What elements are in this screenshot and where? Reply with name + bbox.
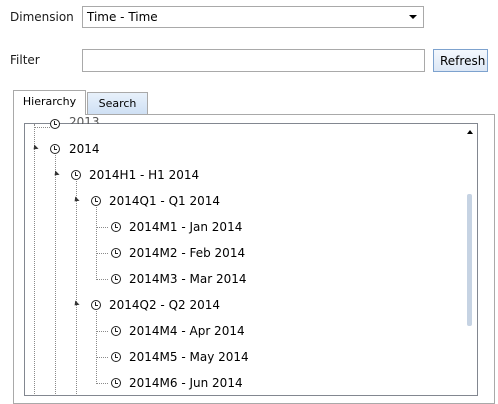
tree-scrollbar[interactable] [464,124,477,396]
filter-label: Filter [10,53,40,67]
clock-icon [50,144,60,154]
tree-line [96,253,108,254]
clock-icon [111,222,121,232]
clock-icon [50,119,60,129]
clock-icon [111,248,121,258]
dimension-selected-value: Time - Time [87,10,158,24]
tree-node[interactable]: 2014M2 - Feb 2014 [129,246,245,260]
tree-node[interactable]: 2014Q1 - Q1 2014 [109,194,220,208]
tree-line [96,207,97,280]
tree-line [96,227,108,228]
dimension-label: Dimension [10,10,74,24]
hierarchy-tree[interactable] [24,123,478,396]
tab-hierarchy[interactable]: Hierarchy [13,90,86,115]
tree-line [76,181,77,396]
filter-input[interactable] [82,49,425,72]
clock-icon [71,170,81,180]
clock-icon [111,352,121,362]
tree-node[interactable]: 2014M5 - May 2014 [129,350,249,364]
tree-node[interactable]: 2014M6 - Jun 2014 [129,376,243,390]
tree-line [34,124,35,396]
dimension-dropdown[interactable]: Time - Time [82,6,424,28]
clock-icon [111,274,121,284]
tree-line [55,155,56,396]
tree-line [96,279,108,280]
clock-icon [91,196,101,206]
tree-node[interactable]: 2014Q2 - Q2 2014 [109,298,220,312]
clock-icon [111,326,121,336]
scroll-thumb[interactable] [467,194,472,326]
tree-node[interactable]: 2014 [69,142,100,156]
tree-node[interactable]: 2014M1 - Jan 2014 [129,220,242,234]
tree-node[interactable]: 2014H1 - H1 2014 [89,168,199,182]
tree-node-partial[interactable]: 2013 [69,115,100,124]
clock-icon [91,300,101,310]
refresh-button[interactable]: Refresh [433,49,488,72]
chevron-down-icon[interactable] [409,15,417,19]
tree-line [96,331,108,332]
tab-search[interactable]: Search [87,92,148,115]
tree-line [96,357,108,358]
tree-node[interactable]: 2014M3 - Mar 2014 [129,272,246,286]
clock-icon [111,378,121,388]
tree-line [96,383,108,384]
tree-line [34,127,50,128]
tree-line [96,311,97,384]
scroll-up-arrow-icon[interactable] [467,130,473,134]
tree-node[interactable]: 2014M4 - Apr 2014 [129,324,245,338]
